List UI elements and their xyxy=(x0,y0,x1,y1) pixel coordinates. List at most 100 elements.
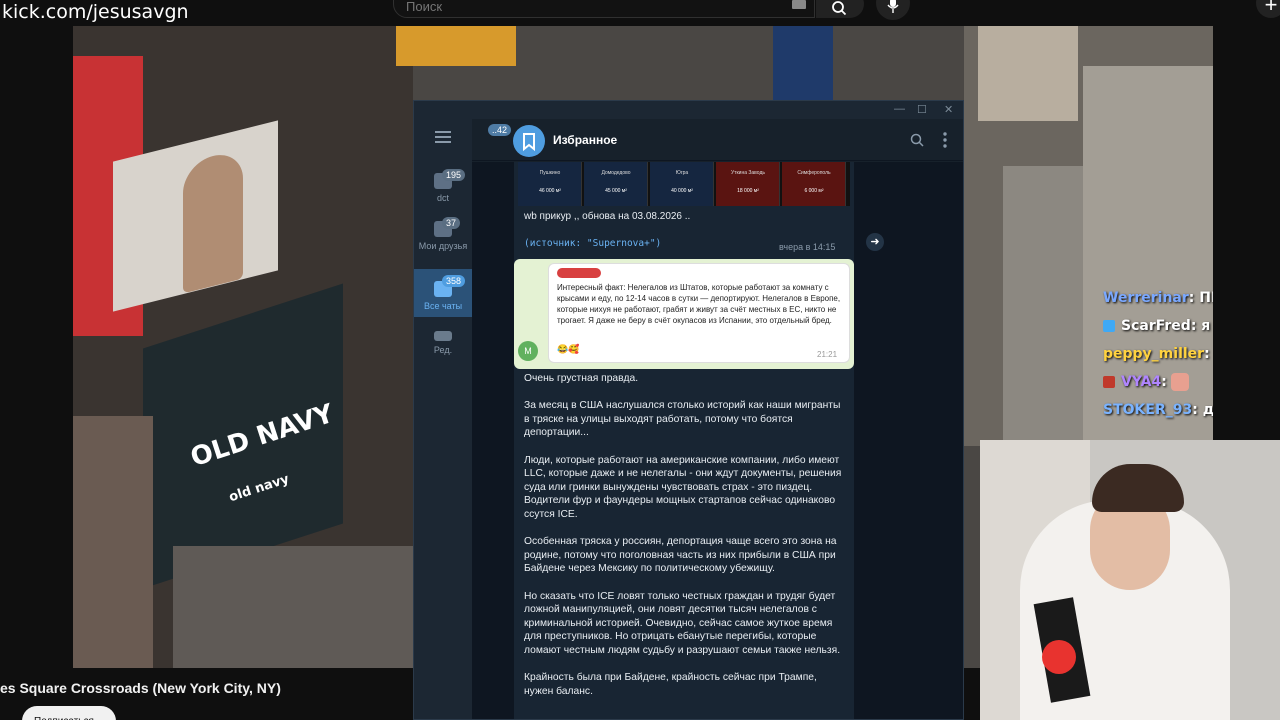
unread-badge: 195 xyxy=(442,169,466,181)
telegram-window: — ☐ ✕ 195 dct 37 Мои друзья 358 Все чаты… xyxy=(413,100,964,720)
folder-friends[interactable]: 37 Мои друзья xyxy=(414,217,472,251)
image-caption: wb прикур ,, обнова на 03.08.2026 .. xyxy=(524,211,691,222)
quoted-time: 21:21 xyxy=(817,350,838,359)
strip-cell: Симферополь 6 000 м² xyxy=(782,162,846,206)
strip-name: Уткина Заводь xyxy=(731,170,765,176)
voice-search-button[interactable] xyxy=(876,0,910,20)
search-icon[interactable] xyxy=(910,133,924,147)
back-badge[interactable]: ..42 xyxy=(488,124,512,136)
chat-header: ..42 Избранное xyxy=(472,119,963,161)
chat-message: peppy_miller : xyxy=(1103,340,1213,368)
post-paragraph: Крайность была при Байдене, крайность се… xyxy=(524,672,817,697)
chat-overlay: Werrerinar : ПЕПСИ ScarFred : я кста аку… xyxy=(1103,284,1213,424)
strip-name: Югра xyxy=(675,170,689,176)
strip-area: 45 000 м² xyxy=(605,188,627,194)
strip-area: 6 000 м² xyxy=(804,188,824,194)
more-vertical-icon[interactable] xyxy=(943,132,947,148)
chat-username[interactable]: Werrerinar xyxy=(1103,290,1189,306)
webcam-feed xyxy=(980,440,1280,720)
saved-messages-avatar xyxy=(513,125,545,157)
samsung-billboard xyxy=(773,26,833,101)
chat-message: ScarFred : я кста акупас xyxy=(1103,312,1213,340)
building-right-windows xyxy=(978,26,1078,121)
channel-url[interactable]: kick.com/jesusavgn xyxy=(2,1,189,23)
emote-icon xyxy=(1170,373,1189,391)
search-button[interactable] xyxy=(816,0,864,18)
search-input[interactable] xyxy=(406,0,766,14)
billboard-model xyxy=(183,148,243,294)
streamer-hair xyxy=(1092,464,1184,512)
folder-dct[interactable]: 195 dct xyxy=(414,169,472,203)
subscribe-button[interactable]: Подписаться xyxy=(22,706,116,720)
chat-username[interactable]: peppy_miller xyxy=(1103,346,1204,362)
strip-name: Симферополь xyxy=(797,170,831,176)
microphone-icon xyxy=(887,0,899,13)
close-icon[interactable]: ✕ xyxy=(944,103,953,116)
post-text: Очень грустная правда. За месяц в США на… xyxy=(524,372,846,712)
strip-cell: Пушкино 46 000 м² xyxy=(518,162,582,206)
sub-badge-icon xyxy=(1103,376,1115,388)
minimize-icon[interactable]: — xyxy=(894,103,905,115)
post-paragraph: За месяц в США наслушался столько истори… xyxy=(524,400,841,439)
search-box[interactable] xyxy=(393,0,815,18)
strip-cell: Югра 40 000 м² xyxy=(650,162,714,206)
strip-cell: Домодедово 45 000 м² xyxy=(584,162,648,206)
message-column: Пушкино 46 000 м² Домодедово 45 000 м² Ю… xyxy=(514,162,854,719)
warehouse-image[interactable]: Пушкино 46 000 м² Домодедово 45 000 м² Ю… xyxy=(518,162,850,206)
reactions-icon: 😂🥰 xyxy=(557,344,580,354)
folder-label: Все чаты xyxy=(423,301,463,311)
post-paragraph: Люди, которые работают на американские к… xyxy=(524,454,842,520)
sender-avatar: M xyxy=(518,341,538,361)
sliders-icon xyxy=(434,331,452,341)
stream-title: es Square Crossroads (New York City, NY) xyxy=(0,680,281,696)
strip-name: Пушкино xyxy=(539,170,561,176)
chat-title: Избранное xyxy=(553,133,618,147)
chat-username[interactable]: VYA4 xyxy=(1121,374,1161,390)
hamburger-icon xyxy=(435,131,451,143)
chat-text: : я кста акупас xyxy=(1190,318,1213,334)
chat-text: : ПЕПСИ xyxy=(1188,290,1213,306)
strip-cell: Уткина Заводь 18 000 м² xyxy=(716,162,780,206)
unread-badge: 37 xyxy=(442,217,461,229)
bookmark-icon xyxy=(523,133,535,152)
folder-rail: 195 dct 37 Мои друзья 358 Все чаты Ред. xyxy=(414,119,472,719)
window-titlebar: — ☐ ✕ xyxy=(414,101,963,119)
maximize-icon[interactable]: ☐ xyxy=(917,103,927,116)
post-paragraph: Очень грустная правда. xyxy=(524,373,639,384)
folder-edit[interactable]: Ред. xyxy=(414,331,472,355)
quoted-message: Интересный факт: Нелегалов из Штатов, ко… xyxy=(548,263,850,363)
post-paragraph: Но сказать что ICE ловят только честных … xyxy=(524,590,841,656)
post-paragraph: Особенная тряска у россиян, депортация ч… xyxy=(524,536,837,575)
forward-button[interactable]: ➜ xyxy=(866,233,884,251)
chat-username[interactable]: ScarFred xyxy=(1121,318,1191,334)
top-bar: kick.com/jesusavgn + xyxy=(0,0,1280,24)
message-area[interactable]: Пушкино 46 000 м² Домодедово 45 000 м² Ю… xyxy=(472,162,963,719)
strip-area: 46 000 м² xyxy=(539,188,561,194)
create-button[interactable]: + xyxy=(1256,0,1280,18)
source-label: (источник: "Supernova+") xyxy=(524,238,662,249)
chat-message: STOKER_93 : да xyxy=(1103,396,1213,424)
quoted-text: Интересный факт: Нелегалов из Штатов, ко… xyxy=(557,283,841,325)
street-crowd xyxy=(173,546,413,668)
store-left-lower xyxy=(73,416,153,668)
folder-label: Ред. xyxy=(433,345,453,355)
keyboard-icon[interactable] xyxy=(792,0,806,9)
quoted-screenshot[interactable]: Интересный факт: Нелегалов из Штатов, ко… xyxy=(514,259,854,369)
menu-button[interactable] xyxy=(414,131,472,145)
strip-area: 18 000 м² xyxy=(737,188,759,194)
chat-text: : xyxy=(1204,346,1210,362)
chat-text: : xyxy=(1161,374,1167,390)
chat-username[interactable]: STOKER_93 xyxy=(1103,402,1192,418)
chat-text: : да xyxy=(1192,402,1213,418)
yellow-billboard xyxy=(396,26,516,66)
chat-message: VYA4 : xyxy=(1103,368,1213,396)
mic-logo-icon xyxy=(1042,640,1076,674)
folder-label: Мои друзья xyxy=(418,241,468,251)
folder-all-chats[interactable]: 358 Все чаты xyxy=(414,269,472,317)
strip-area: 40 000 м² xyxy=(671,188,693,194)
redacted-name xyxy=(557,268,601,278)
cube-badge-icon xyxy=(1103,320,1115,332)
message-time: вчера в 14:15 xyxy=(779,242,836,252)
unread-badge: 358 xyxy=(442,275,466,287)
strip-name: Домодедово xyxy=(601,170,631,176)
